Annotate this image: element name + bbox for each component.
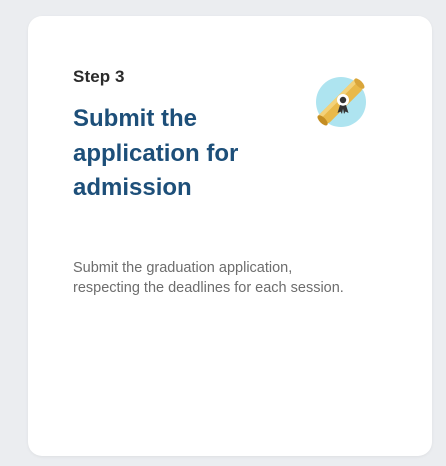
card-description: Submit the graduation application, respe… bbox=[73, 260, 344, 296]
card-title: Submit the application for admission bbox=[73, 105, 239, 201]
diploma-icon bbox=[316, 77, 366, 127]
step-label: Step 3 bbox=[73, 67, 125, 86]
step-card: Step 3 Submit the application for admiss… bbox=[28, 16, 432, 456]
